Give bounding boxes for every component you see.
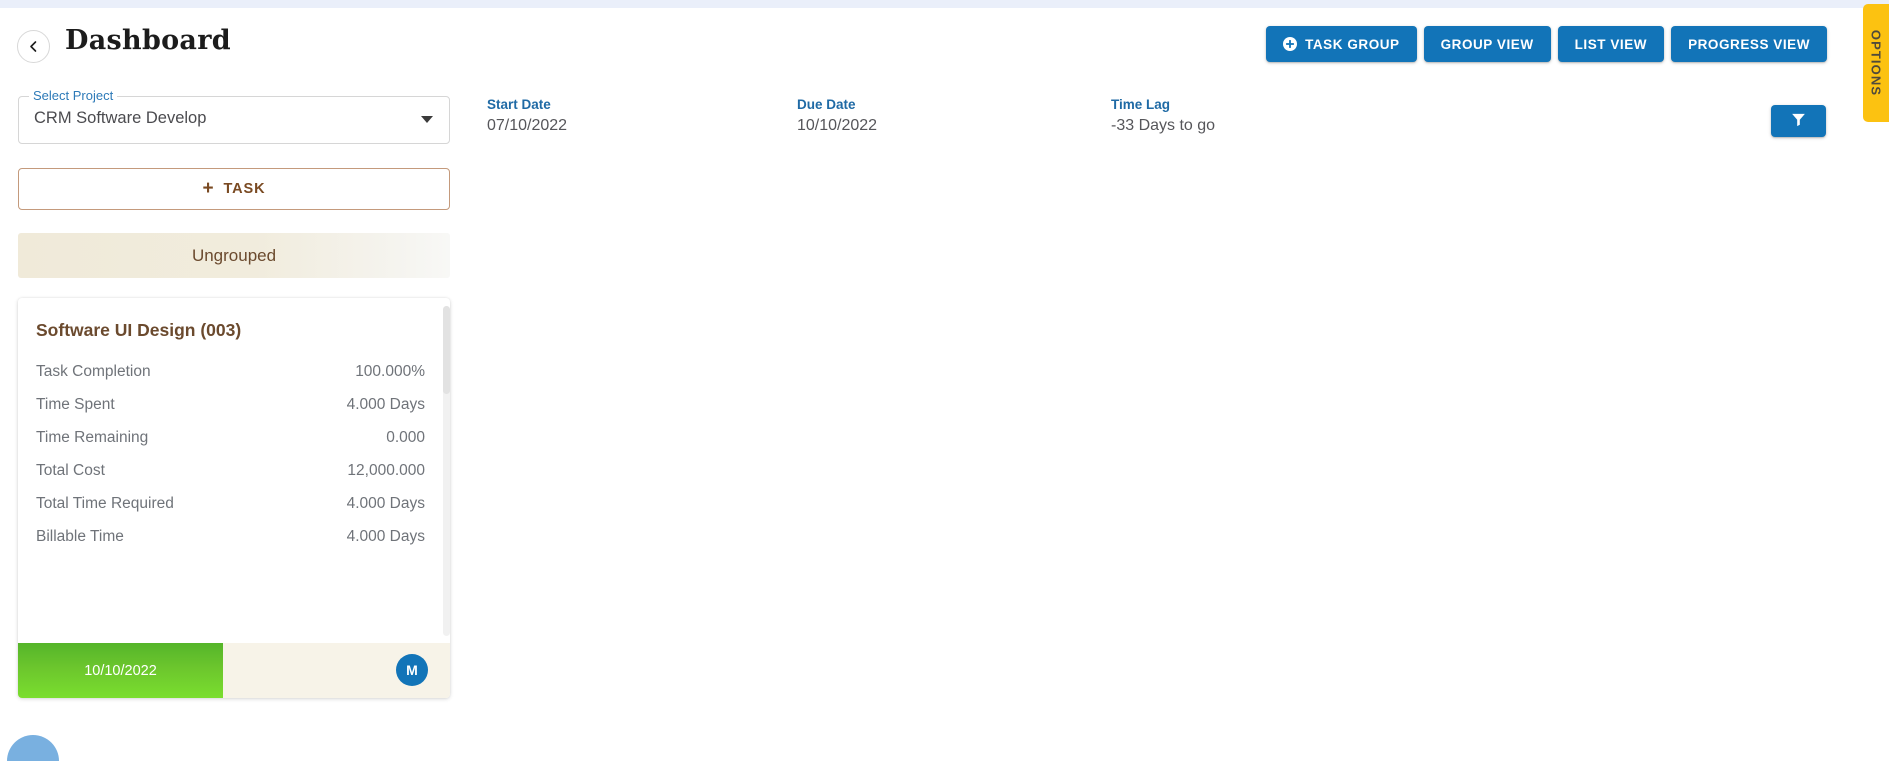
task-card-footer: 10/10/2022 M (18, 643, 450, 698)
task-metric-key: Time Spent (36, 396, 115, 413)
left-column: Select Project CRM Software Develop + TA… (18, 88, 450, 698)
time-lag-label: Time Lag (1111, 97, 1171, 112)
due-date-label: Due Date (797, 97, 856, 112)
task-group-button-label: TASK GROUP (1305, 36, 1400, 52)
chevron-left-icon (27, 40, 40, 53)
task-card-scrollbar[interactable] (443, 306, 450, 636)
time-lag-value: -33 Days to go (1111, 117, 1216, 134)
task-card-title: Software UI Design (003) (36, 320, 242, 340)
task-metric-key: Total Cost (36, 462, 105, 479)
start-date-block: Start Date 07/10/2022 (487, 96, 567, 137)
add-task-button[interactable]: + TASK (18, 168, 450, 210)
start-date-label: Start Date (487, 97, 551, 112)
task-metric-value: 4.000 Days (346, 495, 425, 512)
task-metric-row: Task Completion 100.000% (36, 363, 425, 381)
group-header-label: Ungrouped (191, 245, 277, 265)
task-metric-key: Task Completion (36, 363, 151, 380)
task-metric-row: Total Time Required 4.000 Days (36, 495, 425, 513)
task-metric-value: 12,000.000 (347, 462, 425, 479)
task-metric-key: Total Time Required (36, 495, 174, 512)
progress-view-button[interactable]: PROGRESS VIEW (1671, 26, 1827, 62)
avatar[interactable]: M (396, 654, 428, 686)
page-title: Dashboard (65, 25, 231, 56)
task-metric-row: Total Cost 12,000.000 (36, 462, 425, 480)
task-due-date-badge: 10/10/2022 (18, 643, 223, 698)
task-card-scrollbar-thumb[interactable] (443, 306, 450, 394)
task-metric-row: Billable Time 4.000 Days (36, 528, 425, 546)
options-side-tab-label: OPTIONS (1868, 29, 1884, 97)
list-view-button-label: LIST VIEW (1574, 36, 1648, 52)
select-project-field[interactable]: Select Project CRM Software Develop (18, 88, 450, 144)
add-task-button-label: TASK (223, 181, 266, 197)
task-metric-row: Time Spent 4.000 Days (36, 396, 425, 414)
group-view-button[interactable]: GROUP VIEW (1423, 26, 1551, 62)
main-content-area (470, 150, 1859, 761)
dashboard-page: Dashboard TASK GROUP GROUP VIEW LIST VIE… (0, 0, 1889, 761)
time-lag-block: Time Lag -33 Days to go (1111, 96, 1215, 137)
task-card-body: Software UI Design (003) Task Completion… (18, 298, 450, 643)
task-metric-value: 4.000 Days (346, 396, 425, 413)
due-date-block: Due Date 10/10/2022 (797, 96, 877, 137)
list-view-button[interactable]: LIST VIEW (1557, 26, 1665, 62)
filter-funnel-icon (1791, 112, 1806, 130)
group-header-ungrouped[interactable]: Ungrouped (18, 233, 450, 278)
task-metric-key: Billable Time (36, 528, 124, 545)
progress-view-button-label: PROGRESS VIEW (1688, 36, 1810, 52)
page-header: Dashboard TASK GROUP GROUP VIEW LIST VIE… (0, 8, 1871, 76)
filter-button[interactable] (1771, 105, 1826, 137)
header-action-buttons: TASK GROUP GROUP VIEW LIST VIEW PROGRESS… (1266, 26, 1827, 62)
task-metric-value: 100.000% (355, 363, 425, 380)
task-metric-key: Time Remaining (36, 429, 149, 446)
plus-circle-icon (1283, 37, 1298, 51)
back-button[interactable] (17, 30, 50, 63)
task-metric-value: 0.000 (386, 429, 425, 446)
task-metric-value: 4.000 Days (346, 528, 425, 545)
select-project-box[interactable] (18, 96, 450, 144)
group-view-button-label: GROUP VIEW (1440, 36, 1534, 52)
chat-support-widget[interactable] (7, 735, 59, 761)
task-group-button[interactable]: TASK GROUP (1266, 26, 1417, 62)
task-card[interactable]: Software UI Design (003) Task Completion… (18, 298, 450, 698)
plus-icon: + (202, 177, 215, 199)
task-metric-row: Time Remaining 0.000 (36, 429, 425, 447)
start-date-value: 07/10/2022 (487, 117, 568, 134)
due-date-value: 10/10/2022 (797, 117, 878, 134)
